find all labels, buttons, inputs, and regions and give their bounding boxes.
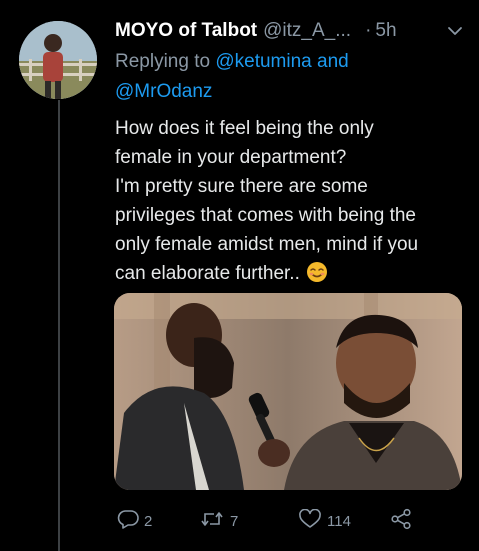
separator-dot: · [365, 20, 372, 41]
retweet-button[interactable]: 7 [199, 506, 238, 536]
tweet-text-line: female in your department? [115, 147, 347, 168]
tweet-text-line: How does it feel being the only [115, 118, 374, 139]
action-bar: 2 7 114 [115, 506, 425, 536]
reply-icon [117, 509, 139, 533]
tweet-media-image[interactable] [114, 293, 462, 490]
mention-joiner: and [317, 51, 349, 72]
retweet-count: 7 [230, 512, 239, 530]
tweet-text-line: can elaborate further.. [115, 263, 300, 284]
avatar[interactable] [19, 21, 97, 99]
share-icon [390, 508, 412, 534]
display-name[interactable]: MOYO of Talbot [115, 20, 257, 42]
reply-button[interactable]: 2 [117, 506, 152, 536]
replying-to-label: Replying to [115, 51, 211, 72]
reply-count: 2 [144, 512, 153, 530]
timestamp[interactable]: 5h [375, 20, 396, 42]
tweet-text-line: I'm pretty sure there are some [115, 176, 368, 197]
tweet-text: How does it feel being the only female i… [115, 114, 470, 288]
thread-line [58, 100, 60, 551]
tweet-text-line: privileges that comes with being the [115, 205, 416, 226]
chevron-down-icon[interactable] [445, 21, 465, 41]
share-button[interactable] [390, 506, 412, 536]
user-handle[interactable]: @itz_A_... [263, 20, 351, 42]
heart-icon [298, 508, 322, 533]
tweet-header: MOYO of Talbot @itz_A_... · 5h [115, 17, 465, 45]
tweet-text-line: only female amidst men, mind if you [115, 234, 419, 255]
tweet-text-line-last: can elaborate further.. [115, 259, 470, 288]
replying-to: Replying to @ketumina and @MrOdanz [115, 47, 455, 107]
mention-link[interactable]: @ketumina [215, 51, 311, 72]
retweet-icon [199, 509, 225, 533]
mention-link[interactable]: @MrOdanz [115, 81, 212, 102]
like-button[interactable]: 114 [298, 506, 351, 536]
like-count: 114 [327, 512, 351, 530]
smiling-face-emoji-icon [306, 261, 328, 283]
